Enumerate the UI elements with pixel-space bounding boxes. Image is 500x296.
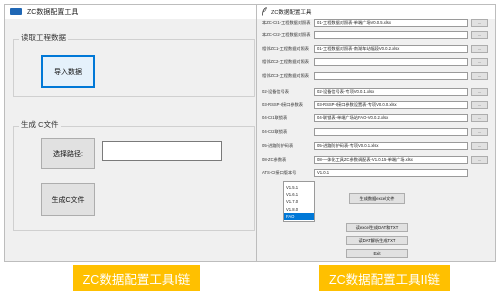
browse-button[interactable]: ... xyxy=(471,45,488,53)
browse-button[interactable]: ... xyxy=(471,88,488,96)
file-row-label: 04-CI2联锁表 xyxy=(262,129,288,134)
browse-button[interactable]: ... xyxy=(471,114,488,122)
import-data-button[interactable]: 导入数据 xyxy=(41,55,95,88)
file-row: 本ZC-CI1-工程数据对照表 01-工程数据对照表-单端广场V0.0.5.xl… xyxy=(257,18,493,28)
generate-c-group-label: 生成 C文件 xyxy=(19,119,61,130)
file-path-field[interactable]: 03-RSSP-I接口参数设置表-专项V0.0.0.xlsx xyxy=(314,101,468,109)
exit-button[interactable]: Exit xyxy=(346,249,408,258)
file-row-label: 本ZC-CI1-工程数据对照表 xyxy=(262,20,311,25)
browse-button[interactable]: ... xyxy=(471,128,488,136)
file-row-label: 03-RSSP-I接口参数表 xyxy=(262,102,303,107)
path-field[interactable] xyxy=(102,141,222,161)
app-icon xyxy=(10,8,22,15)
window-title: ZC数据配置工具 xyxy=(271,10,312,16)
file-path-field[interactable] xyxy=(314,72,468,80)
file-row: 03-RSSP-I接口参数表 03-RSSP-I接口参数设置表-专项V0.0.0… xyxy=(257,100,493,110)
list-item-selected[interactable]: FAO xyxy=(284,212,314,220)
list-item[interactable]: V1.8.0 xyxy=(284,206,314,213)
browse-button[interactable]: ... xyxy=(471,31,488,39)
file-row: 04-CI2联锁表 ... xyxy=(257,127,493,137)
browse-button[interactable]: ... xyxy=(471,58,488,66)
title-bar: ZC数据配置工具 xyxy=(5,5,263,19)
choose-path-button[interactable]: 选择路径: xyxy=(41,138,95,169)
generate-excel-button[interactable]: 生成数据excel文件 xyxy=(349,193,405,204)
file-row-label: 04-CI1联锁表 xyxy=(262,115,288,120)
file-path-field[interactable]: 01-工程数据对照表-南湖车站幅段V0.0.2.xlsx xyxy=(314,45,468,53)
list-item[interactable]: V1.5.1 xyxy=(284,184,314,191)
caption-i-chain: ZC数据配置工具I链 xyxy=(73,265,200,291)
file-row: 相邻ZC3-工程数据对照表 ... xyxy=(257,71,493,81)
excel-to-dat-txt-button[interactable]: 读excel生成DAT和TXT xyxy=(346,223,408,232)
caption-ii-chain: ZC数据配置工具II链 xyxy=(319,265,450,291)
ats-ci-version-label: ATS-CI接口版本号 xyxy=(262,170,297,175)
browse-button[interactable]: ... xyxy=(471,72,488,80)
browse-button[interactable]: ... xyxy=(471,19,488,27)
file-row-label: 08-ZC参数表 xyxy=(262,157,287,162)
file-path-field[interactable]: 05-进路防护码表-专项V0.0.1.xlsx xyxy=(314,142,468,150)
file-row: 02-设备信号表 02-设备信号表-专项V0.0.1.xlsx ... xyxy=(257,87,493,97)
file-row-label: 05-进路防护码表 xyxy=(262,143,294,148)
file-row-label: 02-设备信号表 xyxy=(262,89,289,94)
file-row-label: 本ZC-CI2-工程数据对照表 xyxy=(262,32,311,37)
window-ii-chain: ZC数据配置工具 本ZC-CI1-工程数据对照表 01-工程数据对照表-单端广场… xyxy=(256,4,496,262)
version-row: ATS-CI接口版本号 V1.0.1 xyxy=(257,168,493,178)
window-i-chain: ZC数据配置工具 读取工程数据 导入数据 生成 C文件 选择路径: 生成C文件 xyxy=(4,4,264,262)
file-row: 相邻ZC2-工程数据对照表 ... xyxy=(257,57,493,67)
window-title: ZC数据配置工具 xyxy=(27,9,79,16)
file-path-field[interactable]: 01-工程数据对照表-单端广场V0.0.5.xlsx xyxy=(314,19,468,27)
file-row-label: 相邻ZC3-工程数据对照表 xyxy=(262,73,309,78)
dat-to-txt-button[interactable]: 读DAT解析生成TXT xyxy=(346,236,408,245)
list-item[interactable]: V1.6.1 xyxy=(284,191,314,198)
file-row: 相邻ZC1-工程数据对照表 01-工程数据对照表-南湖车站幅段V0.0.2.xl… xyxy=(257,44,493,54)
file-row: 本ZC-CI2-工程数据对照表 ... xyxy=(257,30,493,40)
generate-c-file-button[interactable]: 生成C文件 xyxy=(41,183,95,216)
file-path-field[interactable] xyxy=(314,31,468,39)
file-path-field[interactable] xyxy=(314,58,468,66)
title-bar: ZC数据配置工具 xyxy=(257,5,495,19)
file-row: 08-ZC参数表 08-一体化工具ZC参数调配表-V1.0.15-单端广场.xl… xyxy=(257,155,493,165)
version-listbox[interactable]: V1.5.1 V1.6.1 V1.7.0 V1.8.0 FAO xyxy=(283,181,315,222)
file-path-field[interactable]: 04-联锁表-单端广场站FAO-V0.0.2.xlsx xyxy=(314,114,468,122)
file-path-field[interactable]: 02-设备信号表-专项V0.0.1.xlsx xyxy=(314,88,468,96)
feather-icon xyxy=(262,7,267,16)
file-row-label: 相邻ZC1-工程数据对照表 xyxy=(262,46,309,51)
browse-button[interactable]: ... xyxy=(471,142,488,150)
browse-button[interactable]: ... xyxy=(471,156,488,164)
file-row-label: 相邻ZC2-工程数据对照表 xyxy=(262,59,309,64)
file-path-field[interactable]: 08-一体化工具ZC参数调配表-V1.0.15-单端广场.xlsx xyxy=(314,156,468,164)
ats-ci-version-field[interactable]: V1.0.1 xyxy=(314,169,468,177)
file-row: 04-CI1联锁表 04-联锁表-单端广场站FAO-V0.0.2.xlsx ..… xyxy=(257,113,493,123)
list-item[interactable]: V1.7.0 xyxy=(284,198,314,205)
file-row: 05-进路防护码表 05-进路防护码表-专项V0.0.1.xlsx ... xyxy=(257,141,493,151)
browse-button[interactable]: ... xyxy=(471,101,488,109)
file-path-field[interactable] xyxy=(314,128,468,136)
read-data-group-label: 读取工程数据 xyxy=(19,32,68,43)
